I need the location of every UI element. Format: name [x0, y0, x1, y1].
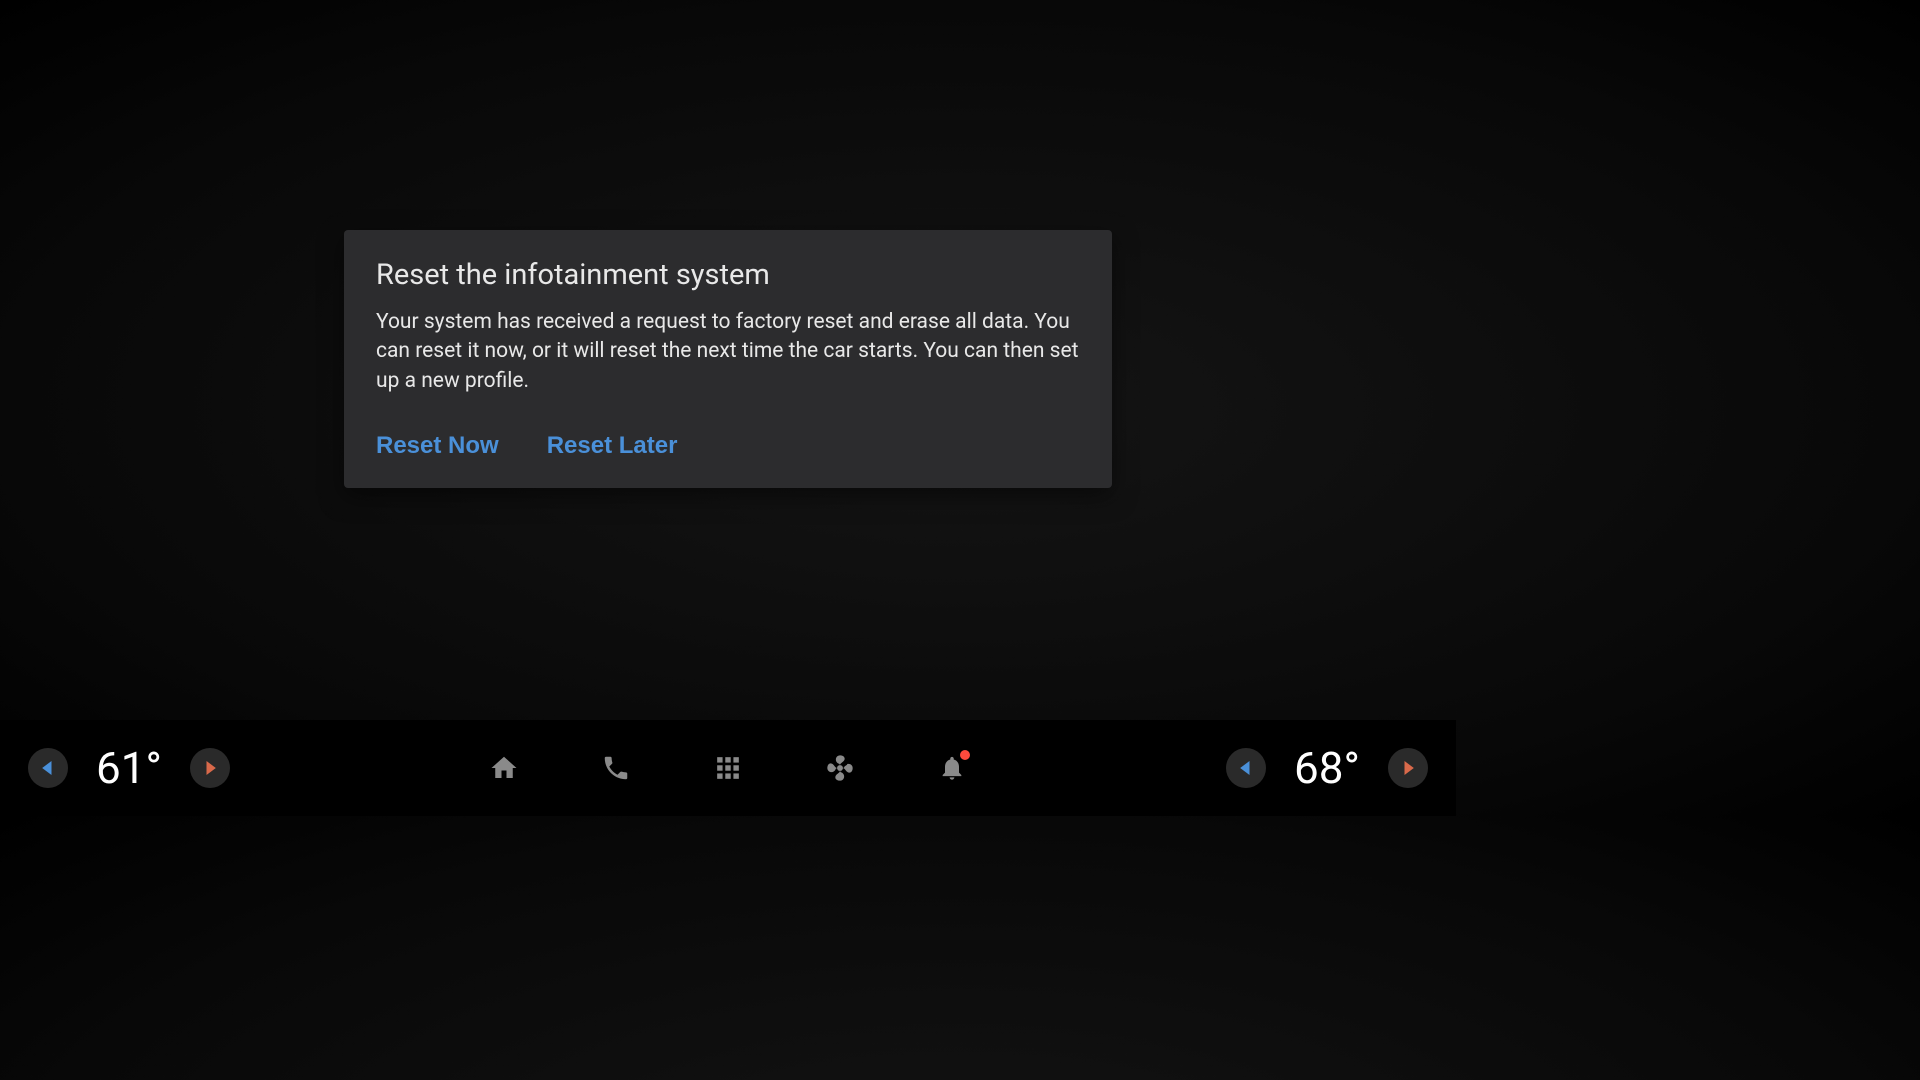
notification-dot-icon — [960, 750, 970, 760]
apps-grid-icon — [715, 755, 741, 781]
reset-now-button[interactable]: Reset Now — [376, 432, 499, 460]
reset-dialog: Reset the infotainment system Your syste… — [344, 230, 1112, 488]
triangle-right-icon — [1402, 761, 1414, 775]
phone-button[interactable] — [600, 752, 632, 784]
left-temp-decrease-button[interactable] — [28, 748, 68, 788]
home-button[interactable] — [488, 752, 520, 784]
bottom-bar: 61° — [0, 720, 1456, 816]
triangle-left-icon — [42, 761, 54, 775]
reset-later-button[interactable]: Reset Later — [547, 432, 678, 460]
triangle-left-icon — [1240, 761, 1252, 775]
climate-button[interactable] — [824, 752, 856, 784]
nav-icons — [488, 752, 968, 784]
apps-button[interactable] — [712, 752, 744, 784]
phone-icon — [601, 753, 631, 783]
left-temp-increase-button[interactable] — [190, 748, 230, 788]
right-temp-control: 68° — [1226, 742, 1428, 794]
triangle-right-icon — [204, 761, 216, 775]
right-temp-increase-button[interactable] — [1388, 748, 1428, 788]
notifications-button[interactable] — [936, 752, 968, 784]
dialog-body: Your system has received a request to fa… — [376, 308, 1080, 396]
right-temp-value: 68° — [1282, 742, 1372, 794]
dialog-actions: Reset Now Reset Later — [376, 432, 1080, 460]
home-icon — [489, 753, 519, 783]
left-temp-value: 61° — [84, 742, 174, 794]
right-temp-decrease-button[interactable] — [1226, 748, 1266, 788]
left-temp-control: 61° — [28, 742, 230, 794]
fan-icon — [824, 752, 856, 784]
dialog-title: Reset the infotainment system — [376, 258, 1080, 292]
